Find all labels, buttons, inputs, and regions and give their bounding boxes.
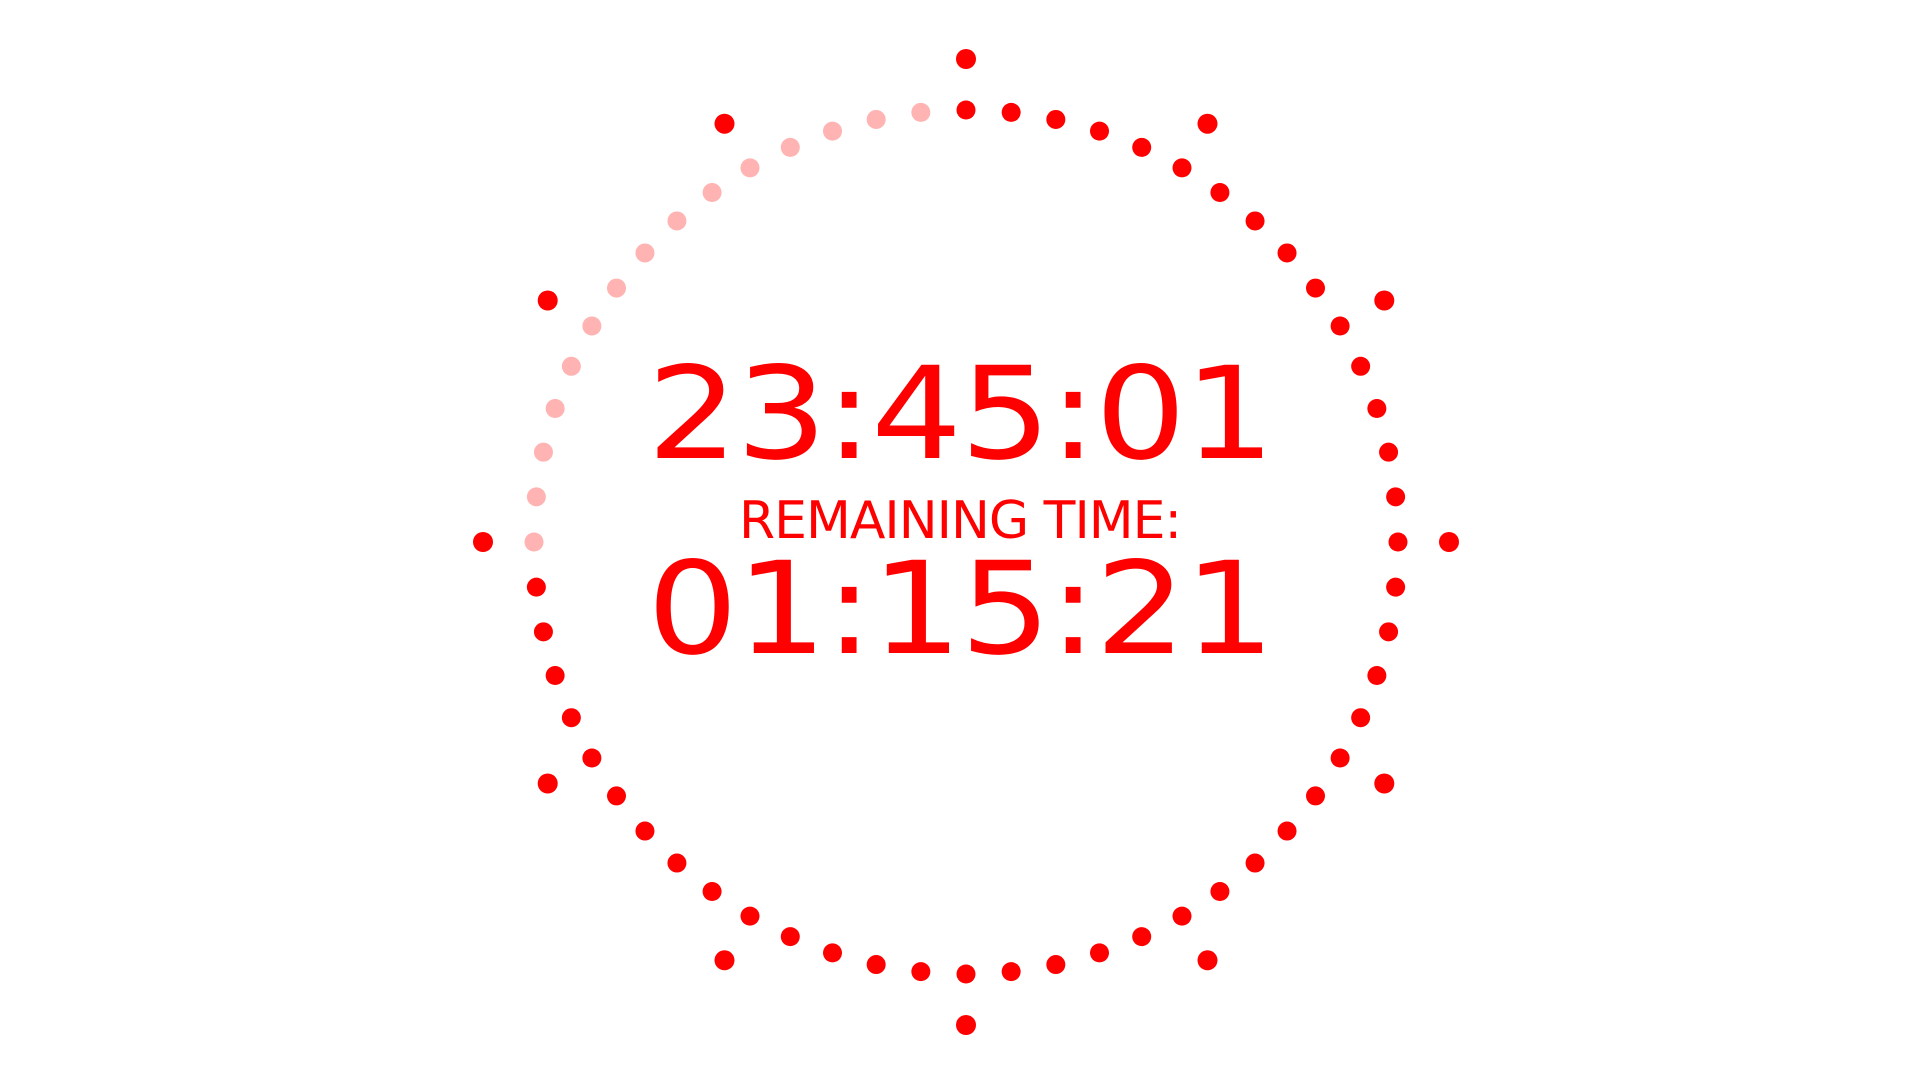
elapsed-dot	[545, 399, 565, 418]
remaining-dot	[1132, 927, 1152, 947]
hour-marker-dot	[956, 1015, 976, 1035]
elapsed-dot	[607, 278, 626, 298]
countdown-screen: 23:45:01 REMAINING TIME: 01:15:21	[0, 0, 1920, 1080]
remaining-dot	[740, 906, 760, 926]
remaining-dot	[1379, 442, 1399, 462]
remaining-dot	[635, 821, 655, 841]
elapsed-dot	[526, 487, 546, 507]
remaining-dot	[780, 927, 800, 947]
elapsed-dot	[582, 316, 602, 336]
hour-marker-dot	[1374, 773, 1395, 794]
remaining-dot	[1367, 399, 1387, 418]
remaining-dot	[1046, 955, 1066, 975]
remaining-dot	[526, 577, 546, 597]
hour-marker-dot	[956, 49, 976, 69]
remaining-dot	[866, 955, 886, 975]
remaining-dot	[911, 962, 931, 982]
remaining-dot	[1351, 708, 1371, 728]
remaining-dot	[545, 666, 565, 685]
remaining-dot	[1172, 158, 1192, 178]
remaining-dot	[1306, 786, 1325, 806]
remaining-dot	[1210, 882, 1230, 901]
hour-marker-dot	[473, 532, 493, 552]
elapsed-dot	[524, 532, 544, 552]
remaining-dot	[667, 853, 687, 873]
hour-marker-dot	[1197, 113, 1218, 134]
elapsed-dot	[667, 211, 687, 231]
remaining-dot	[582, 748, 602, 768]
remaining-time: 01:15:21	[647, 535, 1275, 684]
remaining-dot	[1330, 748, 1350, 768]
remaining-dot	[1132, 137, 1152, 157]
elapsed-dot	[823, 121, 842, 141]
remaining-dot	[1245, 853, 1265, 873]
remaining-dot	[1172, 906, 1192, 926]
remaining-dot	[1388, 532, 1408, 552]
remaining-dot	[1386, 487, 1406, 507]
remaining-dot	[1351, 356, 1371, 376]
remaining-dot	[956, 964, 976, 984]
elapsed-dot	[911, 102, 931, 122]
elapsed-dot	[866, 109, 886, 129]
remaining-dot	[1046, 109, 1066, 129]
elapsed-dot	[561, 356, 581, 376]
remaining-dot	[1277, 821, 1297, 841]
remaining-dot	[1210, 183, 1230, 202]
current-time: 23:45:01	[647, 340, 1275, 489]
remaining-dot	[1306, 278, 1325, 298]
elapsed-dot	[635, 243, 655, 263]
hour-marker-dot	[714, 950, 735, 971]
remaining-dot	[1090, 943, 1109, 963]
remaining-dot	[1001, 962, 1021, 982]
elapsed-dot	[702, 183, 722, 202]
hour-marker-dot	[1374, 290, 1395, 311]
clock-readout: 23:45:01 REMAINING TIME: 01:15:21	[647, 351, 1275, 685]
remaining-dot	[533, 622, 553, 642]
hour-marker-dot	[1197, 950, 1218, 971]
remaining-dot	[702, 882, 722, 901]
remaining-dot	[1090, 121, 1109, 141]
remaining-dot	[1001, 102, 1021, 122]
remaining-dot	[823, 943, 842, 963]
remaining-dot	[607, 786, 626, 806]
hour-marker-dot	[1439, 532, 1459, 552]
elapsed-dot	[533, 442, 553, 462]
hour-marker-dot	[714, 113, 735, 134]
remaining-dot	[956, 100, 976, 120]
remaining-dot	[1379, 622, 1399, 642]
remaining-dot	[561, 708, 581, 728]
remaining-dot	[1245, 211, 1265, 231]
elapsed-dot	[740, 158, 760, 178]
remaining-dot	[1277, 243, 1297, 263]
elapsed-dot	[780, 137, 800, 157]
remaining-dot	[1367, 666, 1387, 685]
hour-marker-dot	[537, 773, 558, 794]
remaining-dot	[1330, 316, 1350, 336]
hour-marker-dot	[537, 290, 558, 311]
remaining-dot	[1386, 577, 1406, 597]
